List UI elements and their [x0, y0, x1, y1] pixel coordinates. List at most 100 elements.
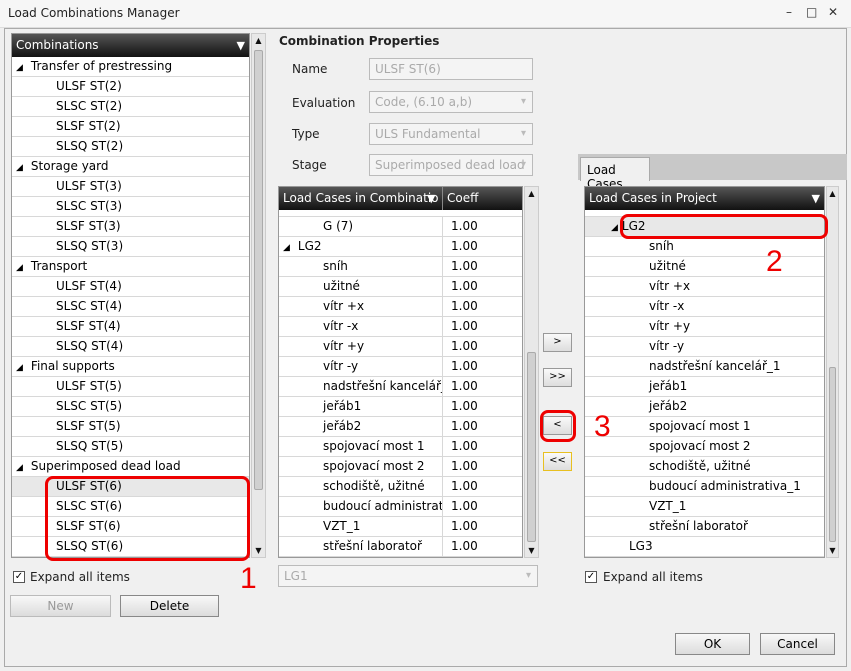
combination-load-case-row[interactable]: G (7) 1.00: [279, 217, 522, 237]
collapse-icon[interactable]: ◢: [283, 239, 290, 256]
coeff-cell[interactable]: 1.00: [442, 237, 478, 256]
ok-button[interactable]: OK: [675, 633, 750, 655]
combination-load-case-row[interactable]: vítr -x 1.00: [279, 317, 522, 337]
combination-load-case-row[interactable]: VZT_1 1.00: [279, 517, 522, 537]
combination-load-case-row[interactable]: vítr +x 1.00: [279, 297, 522, 317]
coeff-column-header[interactable]: Coeff: [442, 187, 478, 210]
project-load-case-row[interactable]: sníh: [585, 237, 824, 257]
collapse-icon[interactable]: ◢: [16, 59, 23, 76]
coeff-cell[interactable]: 1.00: [442, 477, 478, 496]
project-load-case-row[interactable]: spojovací most 2: [585, 437, 824, 457]
collapse-icon[interactable]: ◢: [16, 459, 23, 476]
combination-load-case-row[interactable]: střešní laboratoř 1.00: [279, 537, 522, 557]
filter-icon[interactable]: ▼: [812, 187, 820, 210]
maximize-button[interactable]: □: [806, 5, 817, 19]
coeff-cell[interactable]: 1.00: [442, 517, 478, 536]
minimize-button[interactable]: –: [786, 5, 792, 19]
combination-group-row[interactable]: ◢ Storage yard: [12, 157, 249, 177]
combination-load-case-row[interactable]: jeřáb1 1.00: [279, 397, 522, 417]
collapse-icon[interactable]: ◢: [16, 159, 23, 176]
coeff-cell[interactable]: 1.00: [442, 217, 478, 236]
type-select[interactable]: ULS Fundamental: [369, 123, 533, 145]
project-expand-all-checkbox[interactable]: ✓: [585, 571, 597, 583]
combination-group-row[interactable]: ◢ Transport: [12, 257, 249, 277]
combination-group-row[interactable]: ◢ Final supports: [12, 357, 249, 377]
project-load-case-row[interactable]: jeřáb2: [585, 397, 824, 417]
filter-icon[interactable]: ▼: [427, 187, 435, 210]
filter-icon[interactable]: ▼: [237, 34, 245, 57]
combination-row[interactable]: SLSQ ST(3): [12, 237, 249, 257]
combination-row[interactable]: ULSF ST(3): [12, 177, 249, 197]
combination-load-case-row[interactable]: jeřáb2 1.00: [279, 417, 522, 437]
cancel-button[interactable]: Cancel: [760, 633, 835, 655]
coeff-cell[interactable]: 1.00: [442, 497, 478, 516]
project-load-case-row[interactable]: jeřáb1: [585, 377, 824, 397]
combinations-scrollbar[interactable]: ▲ ▼: [251, 33, 266, 558]
add-button[interactable]: >: [543, 333, 572, 352]
load-cases-column-header[interactable]: Load Cases in Combinatio: [283, 191, 439, 205]
collapse-icon[interactable]: ◢: [16, 359, 23, 376]
project-load-case-row[interactable]: nadstřešní kancelář_1: [585, 357, 824, 377]
project-load-case-row[interactable]: střešní laboratoř: [585, 517, 824, 537]
combination-load-case-row[interactable]: nadstřešní kancelář_1 1.00: [279, 377, 522, 397]
combination-row[interactable]: SLSC ST(5): [12, 397, 249, 417]
combination-group-row[interactable]: ◢ Transfer of prestressing: [12, 57, 249, 77]
combination-row[interactable]: ULSF ST(5): [12, 377, 249, 397]
evaluation-select[interactable]: Code, (6.10 a,b): [369, 91, 533, 113]
coeff-cell[interactable]: 1.00: [442, 457, 478, 476]
project-grid-scrollbar[interactable]: ▲ ▼: [826, 186, 839, 558]
combination-row[interactable]: SLSQ ST(4): [12, 337, 249, 357]
project-load-case-row[interactable]: budoucí administrativa_1: [585, 477, 824, 497]
combination-load-case-row[interactable]: užitné 1.00: [279, 277, 522, 297]
combination-row[interactable]: SLSQ ST(5): [12, 437, 249, 457]
group-select[interactable]: LG1: [278, 565, 538, 587]
combination-row[interactable]: SLSC ST(3): [12, 197, 249, 217]
combination-grid-scrollbar[interactable]: ▲ ▼: [524, 186, 539, 558]
combination-row[interactable]: SLSF ST(4): [12, 317, 249, 337]
coeff-cell[interactable]: 1.00: [442, 257, 478, 276]
combination-row[interactable]: SLSF ST(2): [12, 117, 249, 137]
combination-load-case-row[interactable]: spojovací most 1 1.00: [279, 437, 522, 457]
remove-all-button[interactable]: <<: [543, 452, 572, 471]
collapse-icon[interactable]: ◢: [16, 259, 23, 276]
combination-group-row[interactable]: ◢ Superimposed dead load: [12, 457, 249, 477]
combination-row[interactable]: SLSQ ST(2): [12, 137, 249, 157]
project-load-case-row[interactable]: spojovací most 1: [585, 417, 824, 437]
combination-row[interactable]: SLSC ST(4): [12, 297, 249, 317]
project-load-case-row[interactable]: LG3: [585, 537, 824, 557]
coeff-cell[interactable]: 1.00: [442, 277, 478, 296]
collapse-icon[interactable]: ◢: [611, 219, 618, 236]
stage-select[interactable]: Superimposed dead load: [369, 154, 533, 176]
combination-row[interactable]: SLSC ST(2): [12, 97, 249, 117]
combination-row[interactable]: SLSF ST(3): [12, 217, 249, 237]
coeff-cell[interactable]: 1.00: [442, 337, 478, 356]
name-input[interactable]: ULSF ST(6): [369, 58, 533, 80]
coeff-cell[interactable]: 1.00: [442, 397, 478, 416]
coeff-cell[interactable]: 1.00: [442, 377, 478, 396]
combination-row[interactable]: SLSF ST(5): [12, 417, 249, 437]
combination-row[interactable]: ULSF ST(2): [12, 77, 249, 97]
expand-all-checkbox[interactable]: ✓: [13, 571, 25, 583]
project-load-case-row[interactable]: vítr -y: [585, 337, 824, 357]
project-load-case-row[interactable]: užitné: [585, 257, 824, 277]
project-grid-header[interactable]: Load Cases in Project ▼: [585, 187, 824, 210]
close-button[interactable]: ✕: [828, 5, 838, 19]
combination-load-case-row[interactable]: schodiště, užitné 1.00: [279, 477, 522, 497]
project-load-case-row[interactable]: vítr +x: [585, 277, 824, 297]
coeff-cell[interactable]: 1.00: [442, 357, 478, 376]
coeff-cell[interactable]: 1.00: [442, 317, 478, 336]
project-load-case-row[interactable]: vítr -x: [585, 297, 824, 317]
coeff-cell[interactable]: 1.00: [442, 417, 478, 436]
combination-load-case-row[interactable]: ◢ LG2 1.00: [279, 237, 522, 257]
combination-load-case-row[interactable]: vítr -y 1.00: [279, 357, 522, 377]
coeff-cell[interactable]: 1.00: [442, 437, 478, 456]
combination-load-case-row[interactable]: vítr +y 1.00: [279, 337, 522, 357]
tab-load-cases[interactable]: Load Cases: [580, 157, 650, 191]
combination-row[interactable]: ULSF ST(4): [12, 277, 249, 297]
combinations-header[interactable]: Combinations ▼: [12, 34, 249, 57]
combination-load-case-row[interactable]: budoucí administrativ 1.00: [279, 497, 522, 517]
project-load-case-row[interactable]: VZT_1: [585, 497, 824, 517]
combination-load-case-row[interactable]: spojovací most 2 1.00: [279, 457, 522, 477]
coeff-cell[interactable]: 1.00: [442, 537, 478, 556]
project-load-case-row[interactable]: vítr +y: [585, 317, 824, 337]
